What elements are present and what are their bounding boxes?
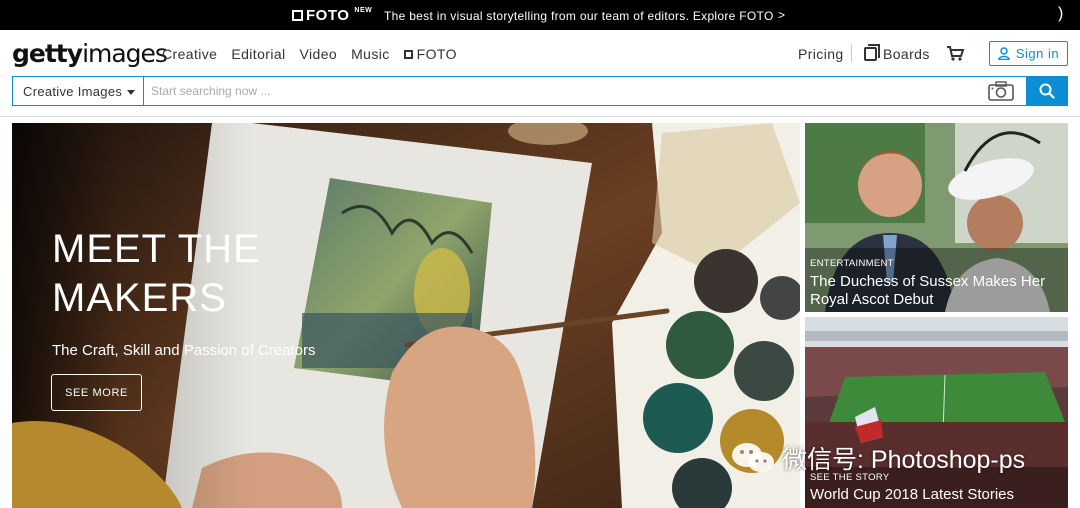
wechat-icon <box>732 443 774 472</box>
header-divider <box>0 116 1080 117</box>
foto-logo[interactable]: FOTO NEW <box>292 7 372 24</box>
cart-icon[interactable] <box>945 43 965 63</box>
promo-bar[interactable]: FOTO NEW The best in visual storytelling… <box>0 0 1080 30</box>
foto-icon <box>403 49 413 59</box>
boards-label: Boards <box>883 46 930 62</box>
nav-foto-label: FOTO <box>416 46 457 62</box>
watermark-text: 微信号: Photoshop-ps <box>782 446 1026 474</box>
camera-icon[interactable] <box>988 81 1014 101</box>
hero-title: MEET THE MAKERS <box>52 225 261 323</box>
hero-title-line2: MAKERS <box>52 276 227 320</box>
search-category-value: Creative Images <box>23 83 123 99</box>
card-category-tag: ENTERTAINMENT <box>810 258 894 269</box>
search-bar: Creative Images <box>12 76 1068 106</box>
logo-rest: images <box>82 39 168 68</box>
nav-music[interactable]: Music <box>351 46 390 62</box>
nav-foto[interactable]: FOTO <box>403 46 457 62</box>
nav-video[interactable]: Video <box>300 46 338 62</box>
card-title: The Duchess of Sussex Makes Her Royal As… <box>810 273 1045 309</box>
search-icon <box>1039 83 1055 99</box>
gettyimages-logo[interactable]: gettyimages <box>12 39 168 68</box>
search-button[interactable] <box>1026 76 1068 106</box>
card-title-line1: The Duchess of Sussex Makes Her <box>810 273 1046 290</box>
promo-close-icon[interactable]: ) <box>1058 5 1063 23</box>
promo-text[interactable]: The best in visual storytelling from our… <box>384 9 774 23</box>
foto-new-badge: NEW <box>354 7 373 14</box>
nav-creative[interactable]: Creative <box>162 46 217 62</box>
nav-divider <box>851 44 852 62</box>
logo-bold: getty <box>12 39 83 68</box>
main-nav: Creative Editorial Video Music FOTO <box>162 46 457 62</box>
promo-arrow-icon[interactable]: > <box>778 8 785 22</box>
wechat-watermark: 微信号: Photoshop-ps <box>730 440 1025 476</box>
story-card-world-cup[interactable]: SEE THE STORY World Cup 2018 Latest Stor… <box>805 317 1068 508</box>
hero-banner[interactable]: MEET THE MAKERS The Craft, Skill and Pas… <box>12 123 800 508</box>
sign-in-button[interactable]: Sign in <box>989 41 1068 66</box>
search-category-select[interactable]: Creative Images <box>12 76 143 106</box>
foto-icon <box>292 10 303 21</box>
sign-in-label: Sign in <box>1015 46 1060 61</box>
card-title-line2: Royal Ascot Debut <box>810 291 934 308</box>
boards-link[interactable]: Boards <box>864 44 930 62</box>
nav-editorial[interactable]: Editorial <box>231 46 285 62</box>
see-more-button[interactable]: SEE MORE <box>51 374 142 411</box>
site-header: gettyimages Creative Editorial Video Mus… <box>0 30 1080 76</box>
card-title: World Cup 2018 Latest Stories <box>810 486 1015 503</box>
boards-icon <box>864 44 880 61</box>
search-input[interactable] <box>143 76 1026 106</box>
pricing-link[interactable]: Pricing <box>798 46 844 62</box>
hero-subtitle: The Craft, Skill and Passion of Creators <box>52 342 316 359</box>
hero-title-line1: MEET THE <box>52 227 261 271</box>
chevron-down-icon <box>127 89 136 95</box>
user-icon <box>998 47 1010 60</box>
foto-logo-text: FOTO <box>306 7 350 24</box>
story-card-royal-ascot[interactable]: ENTERTAINMENT The Duchess of Sussex Make… <box>805 123 1068 312</box>
